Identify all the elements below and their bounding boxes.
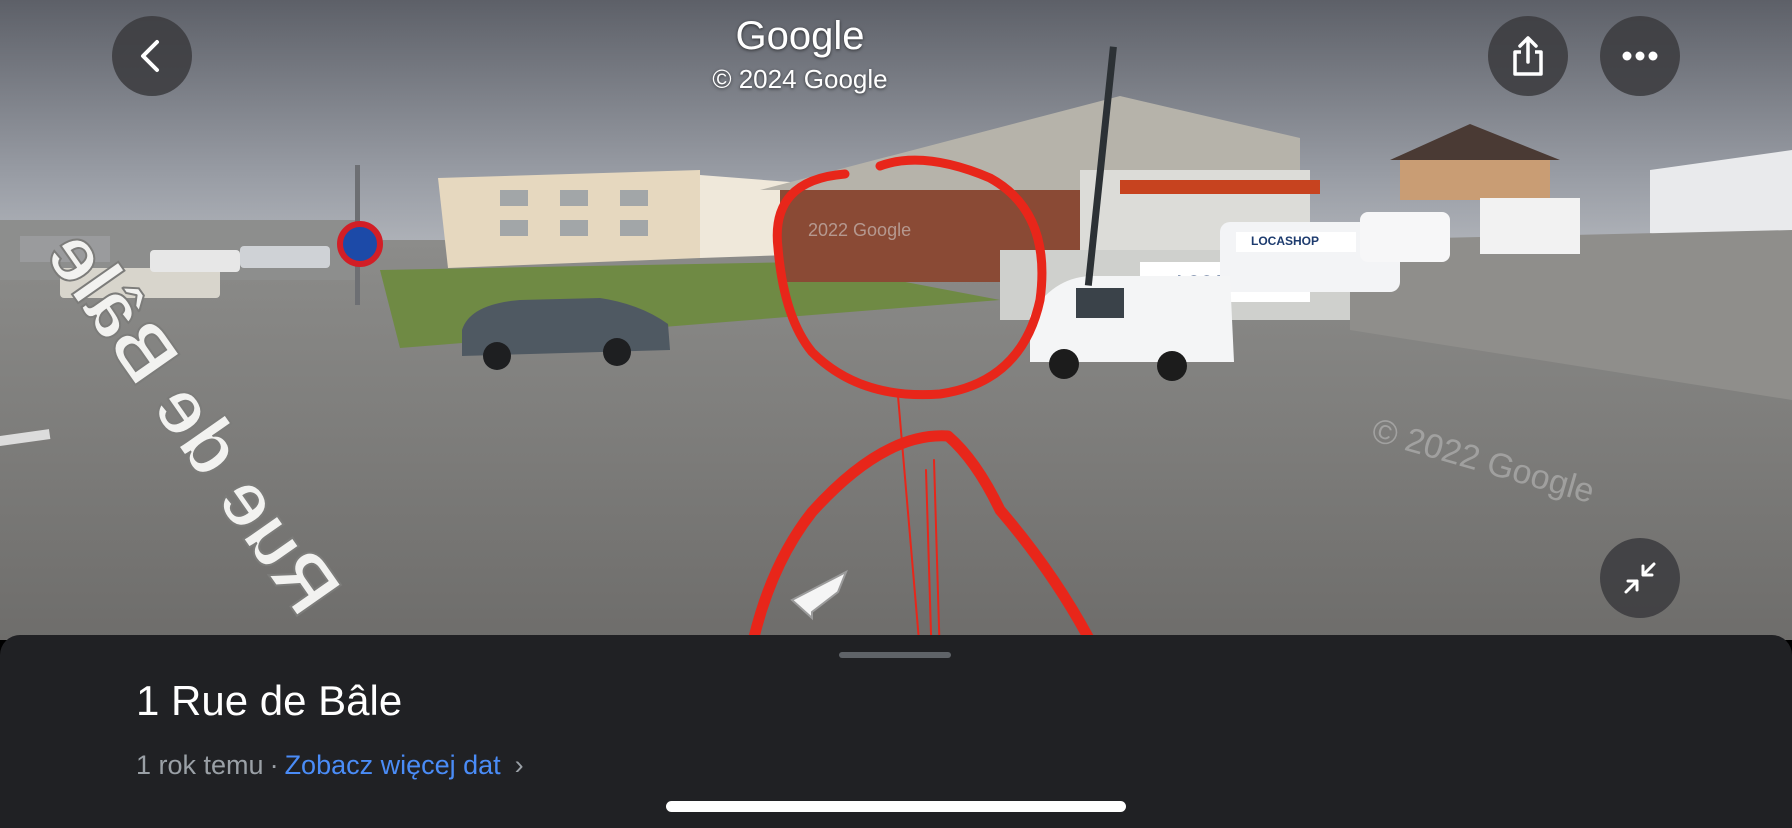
- sheet-drag-handle[interactable]: [839, 652, 951, 658]
- apartment-building: [438, 170, 790, 268]
- more-horizontal-icon: [1622, 51, 1658, 61]
- share-button[interactable]: [1488, 16, 1568, 96]
- header: Google © 2024 Google: [600, 10, 1000, 96]
- separator-dot: ·: [269, 750, 279, 780]
- collapse-view-button[interactable]: [1600, 538, 1680, 618]
- share-icon: [1513, 36, 1543, 76]
- bottom-sheet[interactable]: 1 Rue de Bâle 1 rok temu · Zobacz więcej d…: [0, 635, 1792, 828]
- no-parking-sign: [337, 221, 383, 267]
- collapse-arrows-icon: [1624, 562, 1656, 594]
- back-button[interactable]: [112, 16, 192, 96]
- see-more-dates-link[interactable]: Zobacz więcej dat: [285, 750, 501, 780]
- address-title: 1 Rue de Bâle: [136, 677, 403, 724]
- chevron-left-icon: [141, 40, 159, 72]
- date-row: 1 rok temu · Zobacz więcej dat ›: [136, 748, 524, 782]
- more-options-button[interactable]: [1600, 16, 1680, 96]
- watermark-center: 2022 Google: [808, 220, 911, 240]
- capture-age: 1 rok temu: [136, 750, 264, 780]
- home-indicator[interactable]: [666, 801, 1126, 812]
- van-sign-text: LOCASHOP: [1251, 234, 1319, 248]
- header-copyright: © 2024 Google: [712, 64, 888, 94]
- chevron-right-icon[interactable]: ›: [515, 750, 524, 780]
- header-title: Google: [735, 14, 865, 58]
